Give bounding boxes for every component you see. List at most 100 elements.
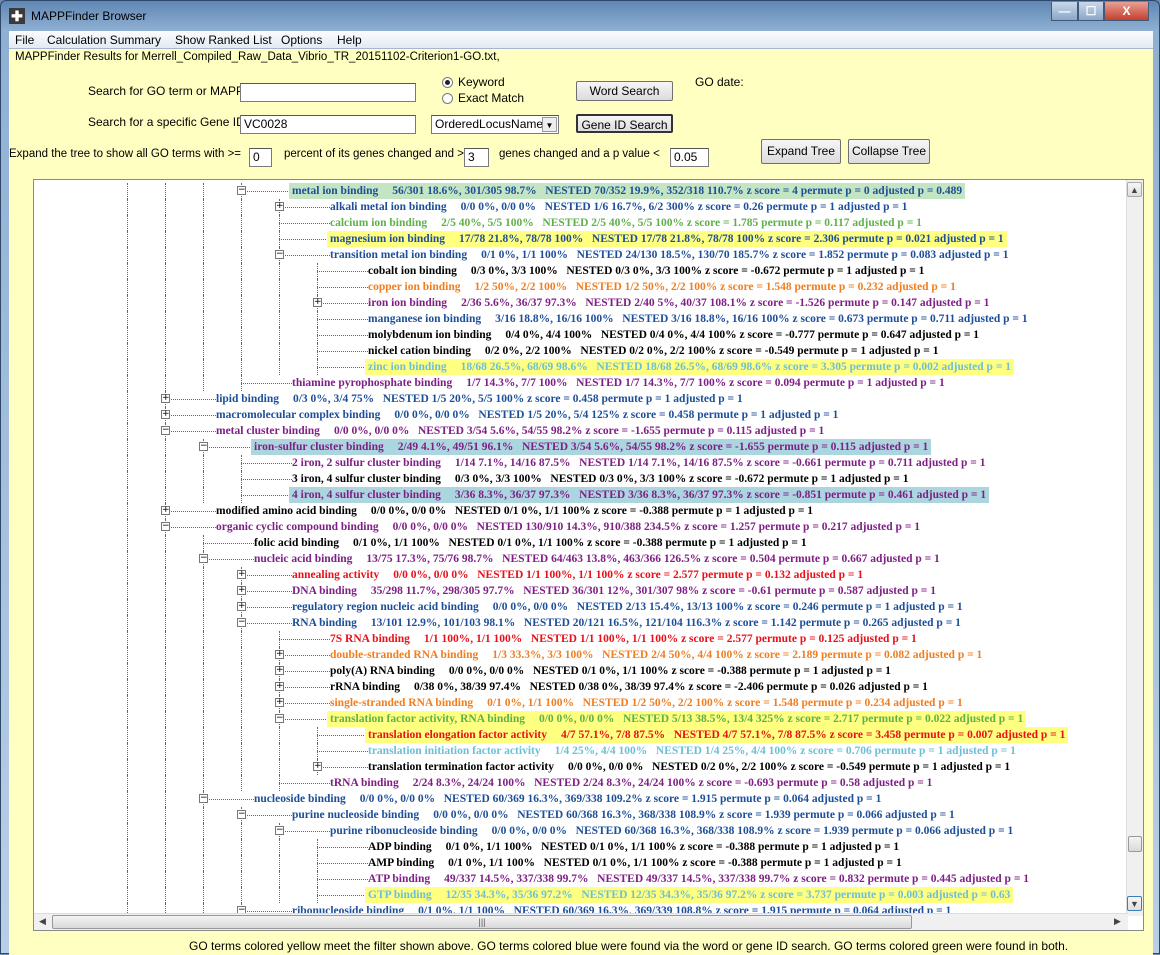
go-term-node[interactable]: molybdenum ion binding 0/4 0%, 4/4 100% N… xyxy=(365,327,982,343)
tree-row[interactable]: magnesium ion binding 17/78 21.8%, 78/78 … xyxy=(34,231,1128,247)
go-term-node[interactable]: single-stranded RNA binding 0/1 0%, 1/1 1… xyxy=(327,695,966,711)
go-term-node[interactable]: translation initiation factor activity 1/… xyxy=(365,743,1019,759)
expand-plus-icon[interactable]: + xyxy=(313,298,322,307)
chevron-down-icon[interactable]: ▼ xyxy=(542,117,557,132)
pvalue-input[interactable]: 0.05 xyxy=(670,148,709,167)
tree-row[interactable]: nickel cation binding 0/2 0%, 2/2 100% NE… xyxy=(34,343,1128,359)
expand-plus-icon[interactable]: + xyxy=(275,698,284,707)
tree-row[interactable]: cobalt ion binding 0/3 0%, 3/3 100% NESTE… xyxy=(34,263,1128,279)
collapse-minus-icon[interactable]: − xyxy=(275,826,284,835)
go-term-node[interactable]: folic acid binding 0/1 0%, 1/1 100% NESTE… xyxy=(251,535,810,551)
go-term-node[interactable]: modified amino acid binding 0/0 0%, 0/0 0… xyxy=(213,503,816,519)
tree-row[interactable]: manganese ion binding 3/16 18.8%, 16/16 1… xyxy=(34,311,1128,327)
go-term-node[interactable]: GTP binding 12/35 34.3%, 35/36 97.2% NEST… xyxy=(365,887,1014,903)
go-term-node[interactable]: ADP binding 0/1 0%, 1/1 100% NESTED 0/1 0… xyxy=(365,839,902,855)
tree-row[interactable]: 3 iron, 4 sulfur cluster binding 0/3 0%, … xyxy=(34,471,1128,487)
menu-calculation-summary[interactable]: Calculation Summary xyxy=(47,33,161,47)
keyword-radio[interactable] xyxy=(442,77,453,88)
menu-show-ranked-list[interactable]: Show Ranked List xyxy=(175,33,272,47)
expand-plus-icon[interactable]: + xyxy=(161,394,170,403)
go-term-node[interactable]: regulatory region nucleic acid binding 0/… xyxy=(289,599,966,615)
genes-input[interactable]: 3 xyxy=(464,148,489,167)
menu-help[interactable]: Help xyxy=(337,33,362,47)
tree-row[interactable]: calcium ion binding 2/5 40%, 5/5 100% NES… xyxy=(34,215,1128,231)
tree-row[interactable]: 7S RNA binding 1/1 100%, 1/1 100% NESTED … xyxy=(34,631,1128,647)
go-term-node[interactable]: purine nucleoside binding 0/0 0%, 0/0 0% … xyxy=(289,807,958,823)
go-term-node[interactable]: double-stranded RNA binding 1/3 33.3%, 3/… xyxy=(327,647,985,663)
go-term-node[interactable]: calcium ion binding 2/5 40%, 5/5 100% NES… xyxy=(327,215,925,231)
go-term-node[interactable]: iron ion binding 2/36 5.6%, 36/37 97.3% N… xyxy=(365,295,992,311)
id-type-select[interactable]: OrderedLocusNames ▼ xyxy=(431,115,559,134)
menu-options[interactable]: Options xyxy=(281,33,322,47)
expand-plus-icon[interactable]: + xyxy=(237,586,246,595)
gene-id-input[interactable]: VC0028 xyxy=(240,115,416,134)
go-term-node[interactable]: 3 iron, 4 sulfur cluster binding 0/3 0%, … xyxy=(289,471,911,487)
tree-row[interactable]: − purine nucleoside binding 0/0 0%, 0/0 0%… xyxy=(34,807,1128,823)
tree-row[interactable]: − nucleoside binding 0/0 0%, 0/0 0% NESTED… xyxy=(34,791,1128,807)
tree-row[interactable]: + single-stranded RNA binding 0/1 0%, 1/1 … xyxy=(34,695,1128,711)
collapse-minus-icon[interactable]: − xyxy=(237,186,246,195)
collapse-minus-icon[interactable]: − xyxy=(199,794,208,803)
go-term-node[interactable]: 4 iron, 4 sulfur cluster binding 3/36 8.3… xyxy=(289,487,990,503)
go-term-node[interactable]: metal ion binding 56/301 18.6%, 301/305 9… xyxy=(289,183,966,199)
tree-row[interactable]: − purine ribonucleoside binding 0/0 0%, 0/… xyxy=(34,823,1128,839)
go-term-node[interactable]: manganese ion binding 3/16 18.8%, 16/16 1… xyxy=(365,311,1031,327)
go-term-node[interactable]: iron-sulfur cluster binding 2/49 4.1%, 49… xyxy=(251,439,932,455)
expand-plus-icon[interactable]: + xyxy=(275,202,284,211)
collapse-minus-icon[interactable]: − xyxy=(199,554,208,563)
expand-plus-icon[interactable]: + xyxy=(161,410,170,419)
tree-row[interactable]: + iron ion binding 2/36 5.6%, 36/37 97.3% … xyxy=(34,295,1128,311)
tree-row[interactable]: + regulatory region nucleic acid binding 0… xyxy=(34,599,1128,615)
go-term-node[interactable]: zinc ion binding 18/68 26.5%, 68/69 98.6%… xyxy=(365,359,1014,375)
go-term-node[interactable]: macromolecular complex binding 0/0 0%, 0/… xyxy=(213,407,841,423)
collapse-minus-icon[interactable]: − xyxy=(161,426,170,435)
expand-plus-icon[interactable]: + xyxy=(313,762,322,771)
tree-row[interactable]: + annealing activity 0/0 0%, 0/0 0% NESTED… xyxy=(34,567,1128,583)
go-term-node[interactable]: translation factor activity, RNA binding… xyxy=(327,711,1027,727)
expand-plus-icon[interactable]: + xyxy=(237,570,246,579)
tree-row[interactable]: + poly(A) RNA binding 0/0 0%, 0/0 0% NESTE… xyxy=(34,663,1128,679)
tree-row[interactable]: − translation factor activity, RNA bindin… xyxy=(34,711,1128,727)
go-term-node[interactable]: 7S RNA binding 1/1 100%, 1/1 100% NESTED … xyxy=(327,631,920,647)
go-term-node[interactable]: alkali metal ion binding 0/0 0%, 0/0 0% N… xyxy=(327,199,911,215)
tree-row[interactable]: − nucleic acid binding 13/75 17.3%, 75/76 … xyxy=(34,551,1128,567)
go-term-node[interactable]: nucleoside binding 0/0 0%, 0/0 0% NESTED … xyxy=(251,791,884,807)
go-term-node[interactable]: organic cyclic compound binding 0/0 0%, 0… xyxy=(213,519,923,535)
tree-row[interactable]: − iron-sulfur cluster binding 2/49 4.1%, 4… xyxy=(34,439,1128,455)
go-tree-view[interactable]: − metal ion binding 56/301 18.6%, 301/305 … xyxy=(33,179,1144,931)
tree-row[interactable]: 2 iron, 2 sulfur cluster binding 1/14 7.1… xyxy=(34,455,1128,471)
scroll-down-arrow[interactable]: ▼ xyxy=(1127,896,1142,911)
word-search-button[interactable]: Word Search xyxy=(576,81,673,101)
expand-tree-button[interactable]: Expand Tree xyxy=(761,139,841,164)
tree-row[interactable]: − metal ion binding 56/301 18.6%, 301/305 … xyxy=(34,183,1128,199)
tree-row[interactable]: 4 iron, 4 sulfur cluster binding 3/36 8.3… xyxy=(34,487,1128,503)
go-term-node[interactable]: magnesium ion binding 17/78 21.8%, 78/78 … xyxy=(327,231,1007,247)
tree-row[interactable]: − RNA binding 13/101 12.9%, 101/103 98.1% … xyxy=(34,615,1128,631)
go-term-node[interactable]: 2 iron, 2 sulfur cluster binding 1/14 7.1… xyxy=(289,455,988,471)
tree-row[interactable]: − transition metal ion binding 0/1 0%, 1/1… xyxy=(34,247,1128,263)
tree-row[interactable]: molybdenum ion binding 0/4 0%, 4/4 100% N… xyxy=(34,327,1128,343)
go-term-node[interactable]: annealing activity 0/0 0%, 0/0 0% NESTED … xyxy=(289,567,866,583)
vertical-scrollbar[interactable]: ▲ ▼ xyxy=(1126,180,1143,916)
expand-plus-icon[interactable]: + xyxy=(275,666,284,675)
collapse-minus-icon[interactable]: − xyxy=(275,250,284,259)
go-term-node[interactable]: thiamine pyrophosphate binding 1/7 14.3%,… xyxy=(289,375,948,391)
tree-row[interactable]: − organic cyclic compound binding 0/0 0%, … xyxy=(34,519,1128,535)
expand-plus-icon[interactable]: + xyxy=(275,682,284,691)
go-term-node[interactable]: copper ion binding 1/2 50%, 2/2 100% NEST… xyxy=(365,279,959,295)
collapse-minus-icon[interactable]: − xyxy=(237,810,246,819)
go-term-node[interactable]: transition metal ion binding 0/1 0%, 1/1 … xyxy=(327,247,1011,263)
go-term-node[interactable]: translation elongation factor activity 4/… xyxy=(365,727,1069,743)
gene-id-search-button[interactable]: Gene ID Search xyxy=(576,114,673,133)
tree-row[interactable]: zinc ion binding 18/68 26.5%, 68/69 98.6%… xyxy=(34,359,1128,375)
maximize-button[interactable]: ☐ xyxy=(1078,2,1104,21)
tree-row[interactable]: copper ion binding 1/2 50%, 2/2 100% NEST… xyxy=(34,279,1128,295)
tree-row[interactable]: + modified amino acid binding 0/0 0%, 0/0 … xyxy=(34,503,1128,519)
collapse-minus-icon[interactable]: − xyxy=(199,442,208,451)
tree-row[interactable]: translation elongation factor activity 4/… xyxy=(34,727,1128,743)
close-button[interactable]: X xyxy=(1104,2,1149,21)
tree-row[interactable]: translation initiation factor activity 1/… xyxy=(34,743,1128,759)
tree-row[interactable]: + DNA binding 35/298 11.7%, 298/305 97.7% … xyxy=(34,583,1128,599)
go-term-node[interactable]: rRNA binding 0/38 0%, 38/39 97.4% NESTED … xyxy=(327,679,931,695)
horizontal-scrollbar[interactable]: ◀ ||| ▶ xyxy=(34,913,1128,930)
